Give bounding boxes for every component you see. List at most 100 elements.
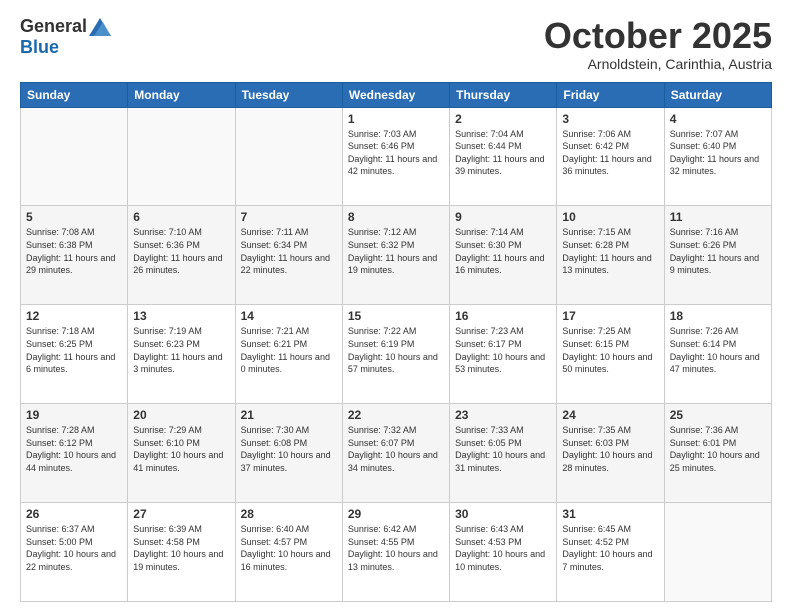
day-number: 7	[241, 210, 337, 224]
calendar-cell: 19 Sunrise: 7:28 AMSunset: 6:12 PMDayligh…	[21, 404, 128, 503]
calendar-cell: 8 Sunrise: 7:12 AMSunset: 6:32 PMDaylight…	[342, 206, 449, 305]
day-number: 20	[133, 408, 229, 422]
calendar-cell: 31Sunrise: 6:45 AMSunset: 4:52 PMDayligh…	[557, 503, 664, 602]
day-number: 2	[455, 112, 551, 126]
day-number: 13	[133, 309, 229, 323]
day-info: Sunrise: 7:32 AMSunset: 6:07 PMDaylight:…	[348, 425, 438, 473]
day-number: 8	[348, 210, 444, 224]
day-number: 1	[348, 112, 444, 126]
day-number: 17	[562, 309, 658, 323]
day-header-sunday: Sunday	[21, 82, 128, 107]
day-info: Sunrise: 7:25 AMSunset: 6:15 PMDaylight:…	[562, 326, 652, 374]
calendar-cell: 10 Sunrise: 7:15 AMSunset: 6:28 PMDayligh…	[557, 206, 664, 305]
calendar-table: SundayMondayTuesdayWednesdayThursdayFrid…	[20, 82, 772, 602]
calendar-cell: 2 Sunrise: 7:04 AMSunset: 6:44 PMDaylight…	[450, 107, 557, 206]
day-header-tuesday: Tuesday	[235, 82, 342, 107]
calendar-cell: 28 Sunrise: 6:40 AMSunset: 4:57 PMDayligh…	[235, 503, 342, 602]
day-header-saturday: Saturday	[664, 82, 771, 107]
calendar-cell: 27 Sunrise: 6:39 AMSunset: 4:58 PMDayligh…	[128, 503, 235, 602]
day-info: Sunrise: 7:36 AMSunset: 6:01 PMDaylight:…	[670, 425, 760, 473]
calendar-cell: 30 Sunrise: 6:43 AMSunset: 4:53 PMDayligh…	[450, 503, 557, 602]
day-info: Sunrise: 7:33 AMSunset: 6:05 PMDaylight:…	[455, 425, 545, 473]
calendar-week-row: 12 Sunrise: 7:18 AMSunset: 6:25 PMDayligh…	[21, 305, 772, 404]
calendar-cell: 1 Sunrise: 7:03 AMSunset: 6:46 PMDaylight…	[342, 107, 449, 206]
calendar-week-row: 26 Sunrise: 6:37 AMSunset: 5:00 PMDayligh…	[21, 503, 772, 602]
calendar-cell: 20 Sunrise: 7:29 AMSunset: 6:10 PMDayligh…	[128, 404, 235, 503]
calendar-week-row: 5 Sunrise: 7:08 AMSunset: 6:38 PMDaylight…	[21, 206, 772, 305]
day-header-friday: Friday	[557, 82, 664, 107]
day-number: 6	[133, 210, 229, 224]
day-number: 10	[562, 210, 658, 224]
calendar-cell: 16Sunrise: 7:23 AMSunset: 6:17 PMDayligh…	[450, 305, 557, 404]
day-info: Sunrise: 7:23 AMSunset: 6:17 PMDaylight:…	[455, 326, 545, 374]
day-info: Sunrise: 7:15 AMSunset: 6:28 PMDaylight:…	[562, 227, 651, 275]
day-number: 24	[562, 408, 658, 422]
month-title: October 2025	[544, 16, 772, 56]
calendar-cell: 3 Sunrise: 7:06 AMSunset: 6:42 PMDaylight…	[557, 107, 664, 206]
calendar-cell: 21Sunrise: 7:30 AMSunset: 6:08 PMDayligh…	[235, 404, 342, 503]
day-info: Sunrise: 7:28 AMSunset: 6:12 PMDaylight:…	[26, 425, 116, 473]
day-number: 15	[348, 309, 444, 323]
day-info: Sunrise: 6:42 AMSunset: 4:55 PMDaylight:…	[348, 524, 438, 572]
logo-icon	[89, 18, 111, 36]
calendar-cell: 9Sunrise: 7:14 AMSunset: 6:30 PMDaylight…	[450, 206, 557, 305]
day-info: Sunrise: 7:06 AMSunset: 6:42 PMDaylight:…	[562, 129, 651, 177]
calendar-week-row: 1 Sunrise: 7:03 AMSunset: 6:46 PMDaylight…	[21, 107, 772, 206]
calendar-cell: 15 Sunrise: 7:22 AMSunset: 6:19 PMDayligh…	[342, 305, 449, 404]
calendar-cell	[235, 107, 342, 206]
day-info: Sunrise: 7:26 AMSunset: 6:14 PMDaylight:…	[670, 326, 760, 374]
calendar-cell: 13 Sunrise: 7:19 AMSunset: 6:23 PMDayligh…	[128, 305, 235, 404]
day-info: Sunrise: 7:18 AMSunset: 6:25 PMDaylight:…	[26, 326, 115, 374]
day-info: Sunrise: 7:22 AMSunset: 6:19 PMDaylight:…	[348, 326, 438, 374]
calendar-cell: 14 Sunrise: 7:21 AMSunset: 6:21 PMDayligh…	[235, 305, 342, 404]
day-number: 28	[241, 507, 337, 521]
day-number: 12	[26, 309, 122, 323]
day-number: 31	[562, 507, 658, 521]
calendar-cell: 18 Sunrise: 7:26 AMSunset: 6:14 PMDayligh…	[664, 305, 771, 404]
day-info: Sunrise: 6:37 AMSunset: 5:00 PMDaylight:…	[26, 524, 116, 572]
day-number: 22	[348, 408, 444, 422]
day-info: Sunrise: 7:11 AMSunset: 6:34 PMDaylight:…	[241, 227, 330, 275]
day-info: Sunrise: 7:08 AMSunset: 6:38 PMDaylight:…	[26, 227, 115, 275]
day-info: Sunrise: 7:10 AMSunset: 6:36 PMDaylight:…	[133, 227, 222, 275]
calendar-cell: 17 Sunrise: 7:25 AMSunset: 6:15 PMDayligh…	[557, 305, 664, 404]
day-info: Sunrise: 7:04 AMSunset: 6:44 PMDaylight:…	[455, 129, 544, 177]
day-number: 9	[455, 210, 551, 224]
day-header-thursday: Thursday	[450, 82, 557, 107]
day-info: Sunrise: 7:12 AMSunset: 6:32 PMDaylight:…	[348, 227, 437, 275]
calendar-cell	[664, 503, 771, 602]
day-number: 5	[26, 210, 122, 224]
calendar-cell	[128, 107, 235, 206]
day-number: 27	[133, 507, 229, 521]
day-number: 25	[670, 408, 766, 422]
day-number: 23	[455, 408, 551, 422]
calendar-header-row: SundayMondayTuesdayWednesdayThursdayFrid…	[21, 82, 772, 107]
calendar-cell: 29Sunrise: 6:42 AMSunset: 4:55 PMDayligh…	[342, 503, 449, 602]
day-header-wednesday: Wednesday	[342, 82, 449, 107]
calendar-cell: 4Sunrise: 7:07 AMSunset: 6:40 PMDaylight…	[664, 107, 771, 206]
calendar-cell: 6 Sunrise: 7:10 AMSunset: 6:36 PMDaylight…	[128, 206, 235, 305]
logo-blue-text: Blue	[20, 37, 59, 58]
day-info: Sunrise: 7:16 AMSunset: 6:26 PMDaylight:…	[670, 227, 759, 275]
day-info: Sunrise: 7:03 AMSunset: 6:46 PMDaylight:…	[348, 129, 437, 177]
calendar-cell: 22 Sunrise: 7:32 AMSunset: 6:07 PMDayligh…	[342, 404, 449, 503]
day-header-monday: Monday	[128, 82, 235, 107]
day-number: 3	[562, 112, 658, 126]
day-info: Sunrise: 6:39 AMSunset: 4:58 PMDaylight:…	[133, 524, 223, 572]
calendar-cell: 26 Sunrise: 6:37 AMSunset: 5:00 PMDayligh…	[21, 503, 128, 602]
day-info: Sunrise: 6:40 AMSunset: 4:57 PMDaylight:…	[241, 524, 331, 572]
day-number: 18	[670, 309, 766, 323]
day-info: Sunrise: 7:29 AMSunset: 6:10 PMDaylight:…	[133, 425, 223, 473]
day-number: 14	[241, 309, 337, 323]
day-info: Sunrise: 6:43 AMSunset: 4:53 PMDaylight:…	[455, 524, 545, 572]
calendar-cell: 24Sunrise: 7:35 AMSunset: 6:03 PMDayligh…	[557, 404, 664, 503]
day-number: 30	[455, 507, 551, 521]
calendar-week-row: 19 Sunrise: 7:28 AMSunset: 6:12 PMDayligh…	[21, 404, 772, 503]
calendar-cell: 12 Sunrise: 7:18 AMSunset: 6:25 PMDayligh…	[21, 305, 128, 404]
day-info: Sunrise: 7:19 AMSunset: 6:23 PMDaylight:…	[133, 326, 222, 374]
calendar-cell: 5 Sunrise: 7:08 AMSunset: 6:38 PMDaylight…	[21, 206, 128, 305]
calendar-cell: 7 Sunrise: 7:11 AMSunset: 6:34 PMDaylight…	[235, 206, 342, 305]
day-info: Sunrise: 7:21 AMSunset: 6:21 PMDaylight:…	[241, 326, 330, 374]
day-number: 26	[26, 507, 122, 521]
day-number: 19	[26, 408, 122, 422]
